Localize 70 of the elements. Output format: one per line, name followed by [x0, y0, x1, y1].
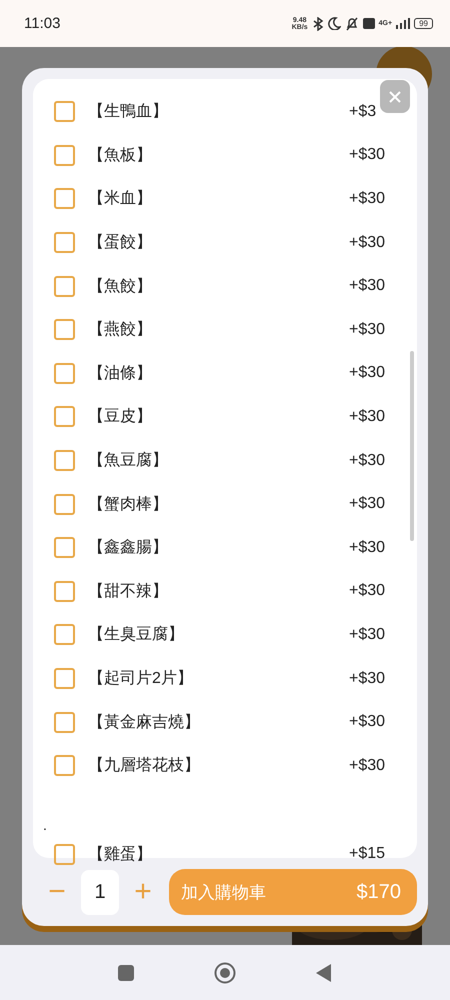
add-to-cart-button[interactable]: 加入購物車 $170: [169, 869, 417, 915]
back-icon[interactable]: [316, 964, 332, 982]
checkbox[interactable]: [54, 624, 75, 646]
option-price: +$30: [349, 582, 386, 600]
option-price: +$30: [349, 713, 386, 732]
checkbox[interactable]: [54, 450, 75, 472]
option-price: +$30: [349, 146, 386, 164]
option-name: 【雞蛋】: [88, 844, 153, 865]
option-name: 【鑫鑫腸】: [88, 538, 169, 558]
quantity-field[interactable]: 1: [81, 870, 119, 914]
option-name: 【燕餃】: [88, 320, 153, 340]
moon-icon: [328, 17, 341, 30]
option-name: 【魚板】: [88, 146, 153, 166]
battery-level: 99: [414, 18, 433, 29]
checkbox[interactable]: [54, 494, 75, 515]
home-icon[interactable]: [214, 962, 236, 984]
scrollbar[interactable]: [410, 351, 414, 541]
option-name: 【甜不辣】: [88, 582, 169, 602]
option-name: 【魚餃】: [88, 276, 153, 297]
option-price: +$30: [349, 320, 386, 339]
bluetooth-icon: [312, 16, 324, 30]
option-price: +$30: [349, 190, 386, 208]
checkbox[interactable]: [54, 276, 75, 297]
signal-icon: [396, 18, 410, 29]
recents-icon[interactable]: [118, 964, 134, 980]
checkbox[interactable]: [54, 232, 75, 254]
checkbox[interactable]: [54, 319, 75, 340]
checkbox[interactable]: [54, 712, 75, 733]
option-name: 【米血】: [88, 188, 153, 210]
option-name: 【九層塔花枝】: [88, 756, 201, 776]
option-name: 【起司片2片】: [88, 668, 194, 690]
option-price: +$30: [349, 495, 386, 514]
checkbox[interactable]: [54, 362, 75, 384]
option-price: +$30: [349, 364, 386, 382]
checkbox[interactable]: [54, 188, 75, 210]
option-name: 【豆皮】: [88, 406, 153, 428]
close-icon: [389, 90, 401, 102]
checkbox[interactable]: [54, 668, 75, 690]
status-time: 11:03: [24, 15, 60, 32]
option-name: 【生鴨血】: [88, 102, 169, 122]
checkbox[interactable]: [54, 755, 75, 776]
option-price: +$3: [349, 102, 378, 121]
option-name: 【蛋餃】: [88, 232, 153, 254]
cart-total: $170: [356, 880, 401, 904]
option-price: +$30: [349, 670, 386, 688]
muted-bell-icon: [344, 16, 359, 30]
checkbox[interactable]: [54, 144, 75, 166]
option-name: 【蟹肉棒】: [88, 494, 169, 515]
checkbox[interactable]: [54, 406, 75, 428]
option-price: +$30: [349, 756, 386, 775]
option-price: +$30: [349, 538, 386, 557]
decrease-button[interactable]: −: [33, 877, 81, 907]
option-name: 【生臭豆腐】: [88, 624, 185, 646]
option-price: +$15: [349, 845, 386, 864]
option-price: +$30: [349, 408, 386, 426]
option-name: 【油條】: [88, 364, 153, 384]
option-name: 【魚豆腐】: [88, 450, 169, 472]
increase-button[interactable]: +: [119, 877, 167, 907]
checkbox[interactable]: [54, 537, 75, 558]
close-button[interactable]: [380, 80, 410, 113]
option-price: +$30: [349, 277, 386, 296]
checkbox[interactable]: [54, 844, 75, 865]
option-name: 【黃金麻吉燒】: [88, 712, 201, 733]
option-price: +$30: [349, 626, 386, 644]
checkbox[interactable]: [54, 101, 75, 122]
group-label: .: [43, 816, 47, 832]
checkbox[interactable]: [54, 580, 75, 602]
option-price: +$30: [349, 452, 386, 470]
option-price: +$30: [349, 234, 386, 252]
add-to-cart-label: 加入購物車: [181, 882, 266, 904]
